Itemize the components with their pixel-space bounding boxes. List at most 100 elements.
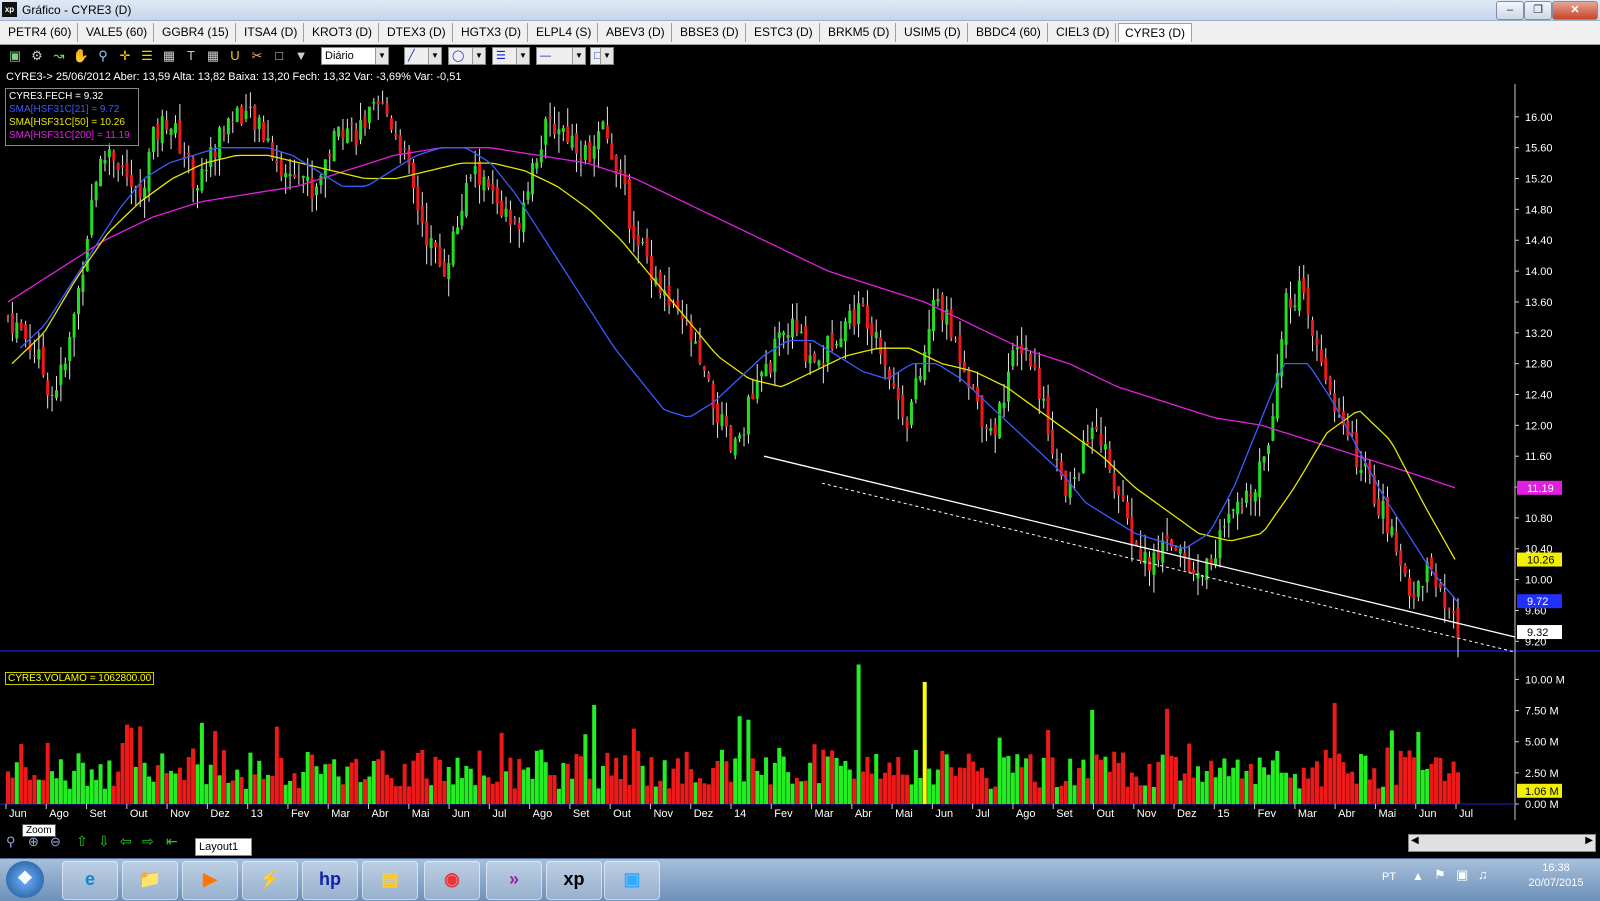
language-indicator[interactable]: PT — [1382, 871, 1396, 883]
tab-usim5-d[interactable]: USIM5 (D) — [898, 23, 968, 42]
color-select[interactable]: □ ▼ — [590, 47, 614, 65]
explorer-icon[interactable]: 📁 — [122, 861, 178, 900]
fibonacci-icon[interactable]: ☰ — [138, 47, 156, 65]
candle-body — [248, 106, 252, 108]
volume-bar — [354, 758, 359, 804]
arrow-end-icon[interactable]: ⇤ — [166, 833, 178, 850]
layout-tab[interactable]: Layout1 — [195, 838, 252, 856]
volume-bar — [600, 766, 605, 804]
zoom-icon[interactable]: ⚲ — [6, 834, 16, 850]
hp-icon[interactable]: hp — [302, 861, 358, 900]
volume-bar — [1072, 785, 1077, 804]
arrow-up-icon[interactable]: ⇧ — [76, 833, 88, 850]
minimize-button[interactable]: – — [1496, 1, 1524, 20]
line-style-select[interactable]: ╱ ▼ — [404, 47, 442, 65]
chrome-icon[interactable]: ◉ — [424, 861, 480, 900]
eraser-icon[interactable]: ✂ — [248, 47, 266, 65]
tab-bbdc4-60[interactable]: BBDC4 (60) — [970, 23, 1048, 42]
tab-estc3-d[interactable]: ESTC3 (D) — [748, 23, 820, 42]
arrow-left-icon[interactable]: ⇦ — [120, 833, 132, 850]
volume-bar — [971, 761, 976, 804]
price-volume-chart[interactable]: 16.00 15.60 15.20 14.80 14.40 14.00 13.60 13.20… — [0, 84, 1600, 829]
tab-petr4-60[interactable]: PETR4 (60) — [2, 23, 79, 42]
ie-icon[interactable]: e — [62, 861, 118, 900]
scroll-left-icon[interactable]: ◀ — [1411, 835, 1419, 846]
volume-bar — [415, 752, 420, 804]
period-select[interactable]: Diário ▼ — [321, 47, 389, 65]
briefcase-icon[interactable]: ▤ — [362, 861, 418, 900]
gear-icon[interactable]: ⚙ — [28, 47, 46, 65]
close-button[interactable]: ✕ — [1552, 1, 1598, 20]
clock[interactable]: 16:38 20/07/2015 — [1516, 861, 1596, 891]
volume-icon[interactable]: ♫ — [1478, 867, 1488, 882]
candle-body — [1178, 548, 1182, 554]
tab-dtex3-d[interactable]: DTEX3 (D) — [381, 23, 453, 42]
tab-bbse3-d[interactable]: BBSE3 (D) — [674, 23, 746, 42]
candle-body — [1064, 471, 1068, 497]
candle-body — [1258, 461, 1262, 498]
text-icon[interactable]: T — [182, 47, 200, 65]
volume-bar — [155, 765, 160, 804]
volume-bar — [944, 754, 949, 804]
hand-icon[interactable]: ✋ — [72, 47, 90, 65]
volume-bar — [420, 750, 425, 804]
line-tool-icon[interactable]: ↝ — [50, 47, 68, 65]
candle-body — [993, 424, 997, 436]
maximize-button[interactable]: ❐ — [1524, 1, 1552, 20]
date-tick-label: Abr — [372, 808, 389, 820]
volume-bar — [58, 759, 63, 804]
grid-icon[interactable]: ▦ — [160, 47, 178, 65]
tab-ciel3-d[interactable]: CIEL3 (D) — [1050, 23, 1117, 42]
calculator-icon[interactable]: ▦ — [204, 47, 222, 65]
magnet-icon[interactable]: U — [226, 47, 244, 65]
xp-trade-icon[interactable]: xp — [546, 861, 602, 900]
scroll-right-icon[interactable]: ▶ — [1585, 835, 1593, 846]
volume-bar — [1160, 754, 1165, 804]
flag-icon[interactable]: ⚑ — [1434, 867, 1446, 883]
media-icon[interactable]: ▶ — [182, 861, 238, 900]
volume-bar — [1389, 730, 1394, 804]
tab-ggbr4-15[interactable]: GGBR4 (15) — [156, 23, 236, 42]
lock-icon[interactable]: □ — [270, 47, 288, 65]
candle-body — [411, 162, 415, 189]
candle-body — [1051, 429, 1055, 455]
volume-bar — [605, 752, 610, 804]
volume-bar — [1328, 758, 1333, 804]
volume-bar — [852, 778, 857, 804]
picture-icon-glyph: ▣ — [623, 869, 641, 889]
tab-itsa4-d[interactable]: ITSA4 (D) — [238, 23, 305, 42]
signal-icon[interactable]: ▣ — [1456, 867, 1468, 883]
tab-cyre3-d[interactable]: CYRE3 (D) — [1118, 23, 1193, 42]
tab-krot3-d[interactable]: KROT3 (D) — [306, 23, 379, 42]
tab-brkm5-d[interactable]: BRKM5 (D) — [822, 23, 897, 42]
volume-bar — [424, 778, 429, 804]
start-orb-icon[interactable]: ❖ — [6, 861, 44, 898]
tab-elpl4-s[interactable]: ELPL4 (S) — [530, 23, 599, 42]
volume-bar — [442, 780, 447, 804]
arrow-down-icon[interactable]: ⇩ — [98, 833, 110, 850]
candle-body — [151, 126, 155, 152]
stroke-select[interactable]: — ▼ — [536, 47, 586, 65]
filter-icon[interactable]: ▼ — [292, 47, 310, 65]
horizontal-scrollbar[interactable]: ◀ ▶ — [1408, 834, 1596, 852]
candle-body — [570, 135, 574, 148]
tab-abev3-d[interactable]: ABEV3 (D) — [600, 23, 672, 42]
picture-icon[interactable]: ▣ — [604, 861, 660, 900]
volume-bar — [1068, 758, 1073, 804]
xp-app-icon[interactable]: » — [486, 861, 542, 900]
network-icon[interactable]: ⚡ — [242, 861, 298, 900]
chart-icon[interactable]: ▣ — [6, 47, 24, 65]
candle-body — [548, 116, 552, 119]
fill-select[interactable]: ☰ ▼ — [492, 47, 530, 65]
tray-arrow-icon[interactable]: ▲ — [1412, 869, 1424, 883]
candle-body — [795, 320, 799, 333]
tab-vale5-60[interactable]: VALE5 (60) — [80, 23, 155, 42]
magnifier-icon[interactable]: ⚲ — [94, 47, 112, 65]
arrow-right-icon[interactable]: ⇨ — [142, 833, 154, 850]
candle-body — [839, 338, 843, 348]
legend-sma200: SMA[HSF31C[200] = 11.19 — [9, 130, 130, 141]
crosshair-icon[interactable]: ✛ — [116, 47, 134, 65]
candle-body — [125, 162, 129, 178]
shape-select[interactable]: ◯ ▼ — [448, 47, 486, 65]
tab-hgtx3-d[interactable]: HGTX3 (D) — [455, 23, 528, 42]
